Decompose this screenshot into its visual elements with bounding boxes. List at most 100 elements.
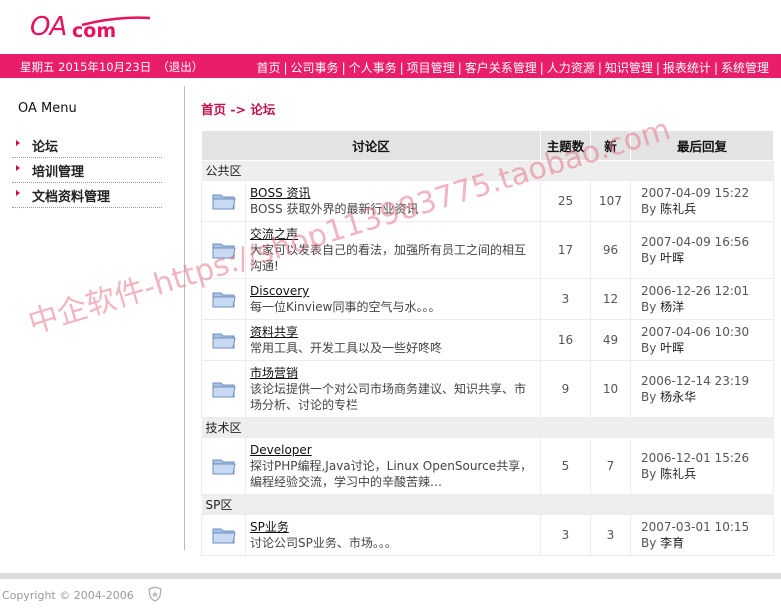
topic-count: 3: [540, 514, 591, 556]
last-reply-by: By 杨永华: [641, 390, 696, 404]
current-date: 星期五 2015年10月23日: [20, 60, 152, 74]
last-reply-user[interactable]: 杨洋: [660, 300, 684, 314]
menu-reports[interactable]: 报表统计: [663, 61, 711, 75]
icon-cell: [201, 221, 246, 279]
board-name-link[interactable]: Discovery: [250, 283, 536, 299]
board-name-link[interactable]: BOSS 资讯: [250, 185, 536, 201]
board-cell: SP业务 讨论公司SP业务、市场。。。: [245, 514, 541, 556]
last-reply-user[interactable]: 李育: [660, 536, 684, 550]
board-cell: 资料共享 常用工具、开发工具以及一些好咚咚: [245, 319, 541, 361]
header-topics: 主题数: [540, 130, 591, 161]
last-reply-by: By 李育: [641, 536, 684, 550]
table-header-row: 讨论区 主题数 新 最后回复: [201, 130, 774, 161]
last-reply-by: By 叶晖: [641, 341, 684, 355]
board-name-link[interactable]: SP业务: [250, 519, 536, 535]
board-description: 讨论公司SP业务、市场。。。: [250, 536, 397, 550]
last-reply-date: 2006-12-01 15:26: [641, 451, 750, 465]
board-cell: 交流之声 大家可以发表自己的看法，加强所有员工之间的相互沟通!: [245, 221, 541, 279]
board-name-link[interactable]: 交流之声: [250, 226, 536, 242]
last-reply-cell: 2006-12-26 12:01 By 杨洋: [630, 278, 774, 320]
board-description: 每一位Kinview同事的空气与水。。。: [250, 300, 441, 314]
board-description: BOSS 获取外界的最新行业资讯: [250, 202, 419, 216]
topic-count: 3: [540, 278, 591, 320]
sidebar-item-forum[interactable]: 论坛: [12, 133, 162, 158]
menu-crm[interactable]: 客户关系管理: [465, 61, 537, 75]
new-count: 3: [590, 514, 631, 556]
table-row: Developer 探讨PHP编程,Java讨论，Linux OpenSource…: [201, 437, 774, 495]
new-count: 12: [590, 278, 631, 320]
forum-table: 讨论区 主题数 新 最后回复 公共区 BOSS 资讯 BOSS 获取外界的最新行业资…: [201, 130, 774, 556]
folder-icon: [211, 292, 237, 308]
menu-separator: |: [399, 61, 404, 75]
menu-hr[interactable]: 人力资源: [547, 61, 595, 75]
last-reply-by: By 陈礼兵: [641, 202, 696, 216]
last-reply-user[interactable]: 陈礼兵: [660, 202, 696, 216]
by-label: By: [641, 251, 657, 265]
last-reply-cell: 2007-03-01 10:15 By 李育: [630, 514, 774, 556]
folder-icon: [211, 333, 237, 349]
copyright: Copyright © 2004-2006: [2, 589, 134, 602]
arrow-right-icon: [16, 165, 20, 171]
menu-knowledge[interactable]: 知识管理: [605, 61, 653, 75]
last-reply-user[interactable]: 叶晖: [660, 341, 684, 355]
icon-cell: [201, 319, 246, 361]
menu-home[interactable]: 首页: [256, 61, 280, 75]
top-navbar: 星期五 2015年10月23日 （退出） 首页 | 公司事务 | 个人事务 | 项目管理 | 客户…: [0, 54, 781, 78]
sidebar-item-label: 文档资料管理: [32, 190, 111, 205]
menu-company-affairs[interactable]: 公司事务: [291, 61, 339, 75]
menu-personal-affairs[interactable]: 个人事务: [349, 61, 397, 75]
icon-cell: [201, 360, 246, 418]
table-row: 交流之声 大家可以发表自己的看法，加强所有员工之间的相互沟通! 17 96 2007-0…: [201, 221, 774, 279]
last-reply-user[interactable]: 陈礼兵: [660, 467, 696, 481]
oa-logo: OA com: [30, 8, 151, 48]
sidebar-item-documents[interactable]: 文档资料管理: [12, 183, 162, 208]
date-display: 星期五 2015年10月23日 （退出）: [20, 59, 203, 75]
menu-separator: |: [283, 61, 288, 75]
folder-icon: [211, 459, 237, 475]
section-label: 技术区: [201, 417, 774, 438]
board-name-link[interactable]: Developer: [250, 442, 536, 458]
menu-project-management[interactable]: 项目管理: [407, 61, 455, 75]
icon-cell: [201, 180, 246, 222]
board-cell: 市场营销 该论坛提供一个对公司市场商务建议、知识共享、市场分析、讨论的专栏: [245, 360, 541, 418]
sidebar-item-training[interactable]: 培训管理: [12, 158, 162, 183]
last-reply-cell: 2007-04-06 10:30 By 叶晖: [630, 319, 774, 361]
new-count: 7: [590, 437, 631, 495]
last-reply-date: 2007-03-01 10:15: [641, 520, 750, 534]
board-name-link[interactable]: 市场营销: [250, 365, 536, 381]
menu-separator: |: [539, 61, 544, 75]
board-description: 该论坛提供一个对公司市场商务建议、知识共享、市场分析、讨论的专栏: [250, 382, 527, 412]
section-row: SP区: [201, 494, 774, 515]
board-name-link[interactable]: 资料共享: [250, 324, 536, 340]
last-reply-user[interactable]: 叶晖: [660, 251, 684, 265]
breadcrumb[interactable]: 首页 -> 论坛: [201, 99, 275, 118]
last-reply-date: 2006-12-14 23:19: [641, 374, 750, 388]
icon-cell: [201, 278, 246, 320]
topic-count: 5: [540, 437, 591, 495]
folder-icon: [211, 194, 237, 210]
last-reply-date: 2006-12-26 12:01: [641, 284, 750, 298]
shield-icon: [148, 586, 162, 602]
sidebar-title: OA Menu: [18, 101, 77, 116]
section-label: SP区: [201, 494, 774, 515]
by-label: By: [641, 467, 657, 481]
board-cell: Developer 探讨PHP编程,Java讨论，Linux OpenSource…: [245, 437, 541, 495]
board-description: 探讨PHP编程,Java讨论，Linux OpenSource共享，编程经验交流…: [250, 459, 533, 489]
by-label: By: [641, 536, 657, 550]
menu-separator: |: [655, 61, 660, 75]
header-board: 讨论区: [201, 130, 541, 161]
last-reply-user[interactable]: 杨永华: [660, 390, 696, 404]
section-label: 公共区: [201, 160, 774, 181]
topic-count: 17: [540, 221, 591, 279]
sidebar-item-label: 培训管理: [32, 165, 85, 180]
menu-separator: |: [713, 61, 718, 75]
menu-separator: |: [341, 61, 346, 75]
section-row: 技术区: [201, 417, 774, 438]
folder-icon: [211, 528, 237, 544]
topic-count: 25: [540, 180, 591, 222]
logo-com-text: com: [72, 20, 117, 42]
board-cell: BOSS 资讯 BOSS 获取外界的最新行业资讯: [245, 180, 541, 222]
last-reply-by: By 杨洋: [641, 300, 684, 314]
logout-link[interactable]: （退出）: [157, 60, 203, 74]
menu-system[interactable]: 系统管理: [721, 61, 769, 75]
